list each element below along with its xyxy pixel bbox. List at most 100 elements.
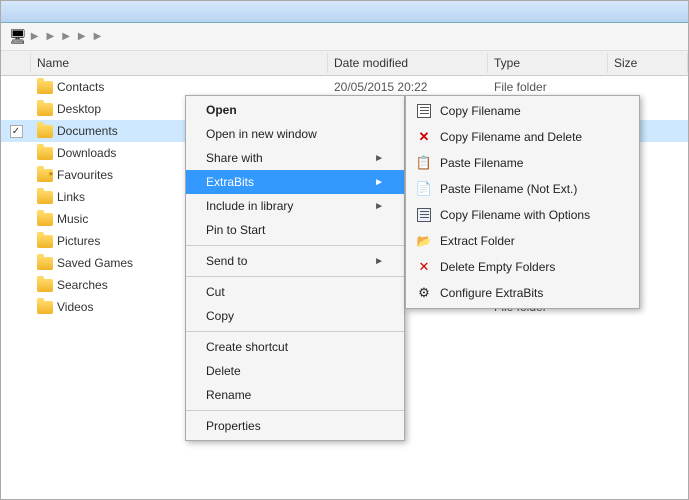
copy-options-icon <box>416 207 432 223</box>
extrabits-item-copy-filename-delete[interactable]: ✕ Copy Filename and Delete <box>406 124 639 150</box>
menu-label: Open <box>206 103 237 117</box>
folder-icon <box>37 191 53 204</box>
row-name-text: Saved Games <box>57 256 133 270</box>
folder-icon <box>37 279 53 292</box>
extrabits-label: Extract Folder <box>440 234 515 248</box>
menu-item-share-with[interactable]: Share with ► <box>186 146 404 170</box>
row-checkbox[interactable] <box>1 283 31 287</box>
extrabits-item-configure[interactable]: ⚙ Configure ExtraBits <box>406 280 639 306</box>
extrabits-item-delete-empty[interactable]: ✕ Delete Empty Folders <box>406 254 639 280</box>
row-name-text: Searches <box>57 278 108 292</box>
header-size[interactable]: Size <box>608 53 688 73</box>
breadcrumb-sep2: ▶ <box>46 31 54 42</box>
submenu-arrow: ► <box>374 256 384 267</box>
breadcrumb-sep5: ▶ <box>94 31 102 42</box>
row-checkbox[interactable] <box>1 107 31 111</box>
extrabits-label: Paste Filename <box>440 156 523 170</box>
extrabits-item-paste-filename[interactable]: 📋 Paste Filename <box>406 150 639 176</box>
menu-item-properties[interactable]: Properties <box>186 414 404 438</box>
delete-folders-icon: ✕ <box>416 259 432 275</box>
folder-icon <box>37 213 53 226</box>
header-date[interactable]: Date modified <box>328 53 488 73</box>
extrabits-label: Copy Filename and Delete <box>440 130 582 144</box>
menu-item-send-to[interactable]: Send to ► <box>186 249 404 273</box>
menu-label: Rename <box>206 388 251 402</box>
row-type: File folder <box>488 78 608 96</box>
folder-icon <box>37 301 53 314</box>
menu-label: ExtraBits <box>206 175 254 189</box>
breadcrumb-bar: 🖥 ▶ ▶ ▶ ▶ ▶ <box>1 23 688 51</box>
row-name[interactable]: Contacts <box>31 78 328 96</box>
folder-icon <box>37 147 53 160</box>
menu-label: Share with <box>206 151 263 165</box>
row-name-text: Links <box>57 190 85 204</box>
breadcrumb-sep3: ▶ <box>62 31 70 42</box>
row-name-text: Desktop <box>57 102 101 116</box>
menu-item-open-new-window[interactable]: Open in new window <box>186 122 404 146</box>
paste-noext-icon: 📄 <box>416 181 432 197</box>
row-checkbox[interactable] <box>1 217 31 221</box>
row-checkbox[interactable] <box>1 85 31 89</box>
menu-label: Pin to Start <box>206 223 265 237</box>
row-date: 20/05/2015 20:22 <box>328 78 488 96</box>
row-checkbox[interactable] <box>1 305 31 309</box>
copy-icon <box>416 103 432 119</box>
folder-icon <box>37 103 53 116</box>
menu-item-open[interactable]: Open <box>186 98 404 122</box>
breadcrumb-sep1: ▶ <box>31 31 39 42</box>
breadcrumb-icon: 🖥 <box>9 28 27 45</box>
extrabits-item-copy-filename[interactable]: Copy Filename <box>406 98 639 124</box>
copy-delete-icon: ✕ <box>416 129 432 145</box>
row-checkbox[interactable] <box>1 261 31 265</box>
submenu-arrow: ► <box>374 177 384 188</box>
row-checkbox[interactable]: ✓ <box>1 123 31 140</box>
context-menu[interactable]: Open Open in new window Share with ► Ext… <box>185 95 405 441</box>
extrabits-label: Delete Empty Folders <box>440 260 555 274</box>
menu-label: Delete <box>206 364 241 378</box>
row-checkbox[interactable] <box>1 195 31 199</box>
row-name-text: Music <box>57 212 88 226</box>
menu-separator <box>186 276 404 277</box>
extrabits-label: Paste Filename (Not Ext.) <box>440 182 577 196</box>
row-checkbox[interactable] <box>1 239 31 243</box>
header-name[interactable]: Name <box>31 53 328 73</box>
row-checkbox[interactable] <box>1 151 31 155</box>
row-name-text: Contacts <box>57 80 104 94</box>
checkbox-checked[interactable]: ✓ <box>10 125 23 138</box>
row-name-text: Videos <box>57 300 93 314</box>
folder-icon <box>37 235 53 248</box>
menu-item-extrabits[interactable]: ExtraBits ► <box>186 170 404 194</box>
header-type[interactable]: Type <box>488 53 608 73</box>
menu-item-create-shortcut[interactable]: Create shortcut <box>186 335 404 359</box>
extrabits-label: Configure ExtraBits <box>440 286 543 300</box>
menu-label: Create shortcut <box>206 340 288 354</box>
menu-separator <box>186 410 404 411</box>
extrabits-submenu[interactable]: Copy Filename ✕ Copy Filename and Delete… <box>405 95 640 309</box>
row-name-text: Favourites <box>57 168 113 182</box>
menu-separator <box>186 331 404 332</box>
folder-icon <box>37 81 53 94</box>
menu-label: Properties <box>206 419 261 433</box>
menu-separator <box>186 245 404 246</box>
menu-item-rename[interactable]: Rename <box>186 383 404 407</box>
menu-item-delete[interactable]: Delete <box>186 359 404 383</box>
menu-item-pin-start[interactable]: Pin to Start <box>186 218 404 242</box>
row-name-text: Downloads <box>57 146 116 160</box>
folder-icon <box>37 125 53 138</box>
row-checkbox[interactable] <box>1 173 31 177</box>
menu-item-include-library[interactable]: Include in library ► <box>186 194 404 218</box>
menu-item-cut[interactable]: Cut <box>186 280 404 304</box>
extract-icon: 📂 <box>416 233 432 249</box>
extrabits-item-paste-noext[interactable]: 📄 Paste Filename (Not Ext.) <box>406 176 639 202</box>
header-checkbox <box>1 53 31 73</box>
folder-icon <box>37 257 53 270</box>
extrabits-item-copy-options[interactable]: Copy Filename with Options <box>406 202 639 228</box>
menu-label: Include in library <box>206 199 293 213</box>
menu-item-copy[interactable]: Copy <box>186 304 404 328</box>
menu-label: Cut <box>206 285 225 299</box>
row-size <box>608 85 688 89</box>
folder-icon <box>37 169 53 182</box>
extrabits-label: Copy Filename <box>440 104 521 118</box>
extrabits-item-extract-folder[interactable]: 📂 Extract Folder <box>406 228 639 254</box>
title-bar <box>1 1 688 23</box>
